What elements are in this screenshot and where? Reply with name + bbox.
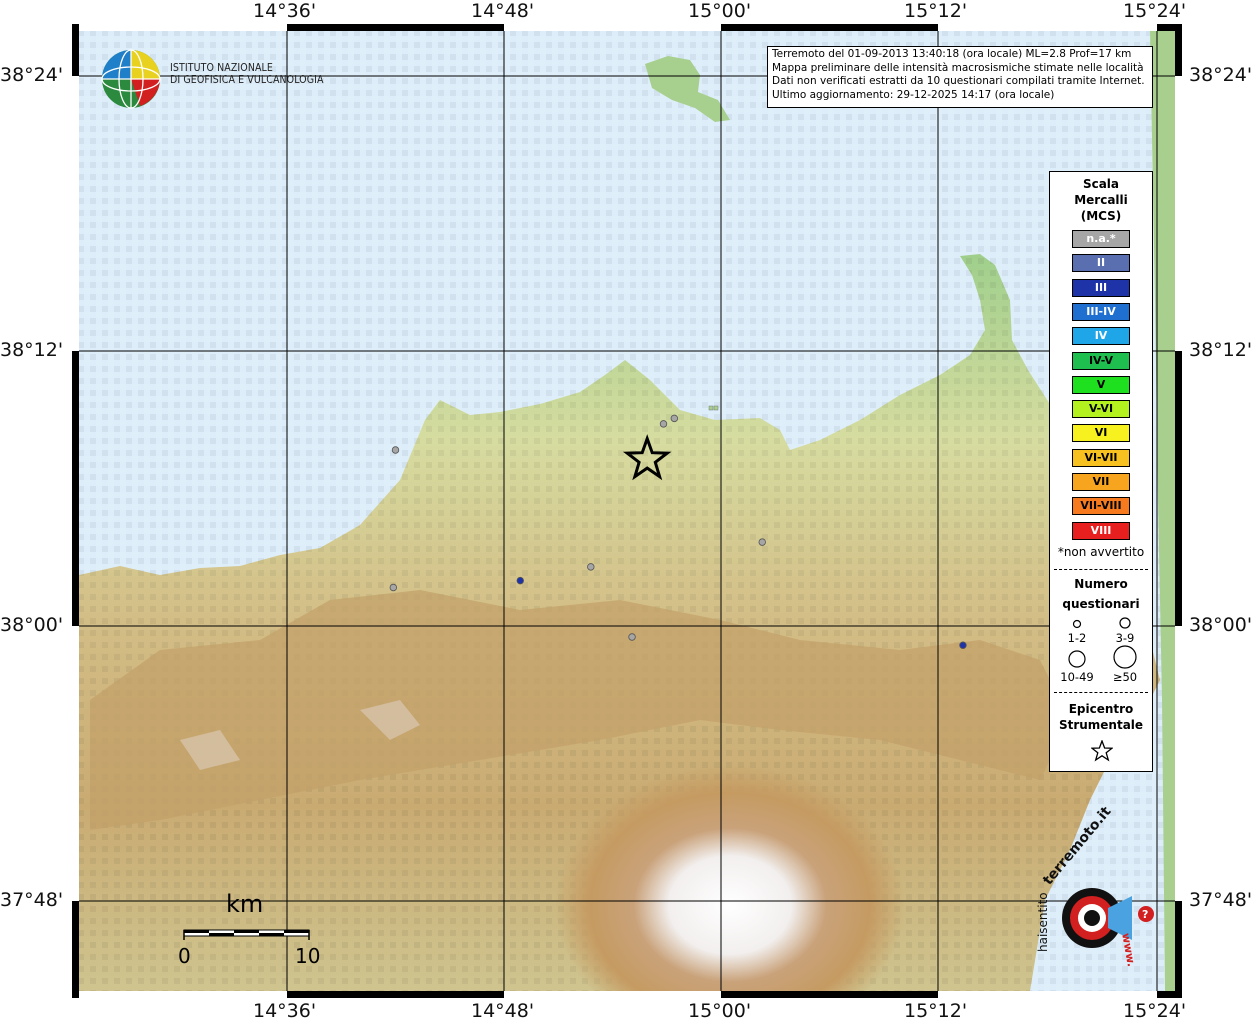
legend-title-line-2: Mercalli bbox=[1074, 193, 1128, 207]
questionnaire-point bbox=[659, 420, 668, 428]
lon-label-top-1: 14°36' bbox=[253, 0, 317, 22]
lon-label-bottom-4: 15°12' bbox=[904, 1000, 968, 1022]
info-line-4: Ultimo aggiornamento: 29-12-2025 14:17 (… bbox=[772, 88, 1055, 101]
mcs-scale-item: n.a.* bbox=[1072, 230, 1130, 248]
lon-label-top-2: 14°48' bbox=[471, 0, 535, 22]
mcs-scale-item: IV bbox=[1072, 327, 1130, 346]
lat-label-left-3: 38°00' bbox=[0, 614, 64, 636]
mcs-scale-item: VI bbox=[1072, 424, 1130, 443]
svg-text:?: ? bbox=[1142, 908, 1148, 921]
mcs-scale-item: III-IV bbox=[1072, 302, 1130, 321]
legend-separator-1 bbox=[1054, 569, 1148, 570]
epicentro-title-line-1: Epicentro bbox=[1068, 702, 1134, 716]
info-line-2: Mappa preliminare delle intensità macros… bbox=[772, 61, 1144, 74]
lon-label-bottom-3: 15°00' bbox=[688, 1000, 752, 1022]
info-line-1: Terremoto del 01-09-2013 13:40:18 (ora l… bbox=[772, 48, 1132, 60]
mcs-scale-item: VI-VII bbox=[1072, 448, 1130, 467]
logo-line-2: DI GEOFISICA E VULCANOLOGIA bbox=[170, 74, 324, 86]
lon-label-bottom-1: 14°36' bbox=[253, 1000, 317, 1022]
legend-title: Scala Mercalli (MCS) bbox=[1050, 176, 1152, 224]
lat-label-left-4: 37°48' bbox=[0, 889, 64, 911]
lat-label-right-2: 38°12' bbox=[1189, 339, 1253, 361]
questionnaire-point bbox=[389, 583, 398, 592]
questionnaire-point bbox=[587, 563, 595, 571]
mcs-scale-item: VII bbox=[1072, 473, 1130, 491]
lon-label-top-5: 15°24' bbox=[1123, 0, 1187, 22]
questionnaire-point bbox=[516, 576, 524, 585]
numero-class-4: ≥50 bbox=[1112, 670, 1138, 684]
mcs-scale-item: VIII bbox=[1072, 521, 1130, 540]
numero-title-line-2: questionari bbox=[1062, 597, 1140, 611]
questionnaire-point bbox=[628, 633, 636, 641]
info-line-3: Dati non verificati estratti da 10 quest… bbox=[772, 75, 1145, 87]
mcs-scale-item: VII-VIII bbox=[1072, 497, 1130, 516]
numero-class-3: 10-49 bbox=[1060, 670, 1094, 684]
scalebar-unit: km bbox=[226, 890, 264, 918]
mcs-scale-item: II bbox=[1072, 254, 1130, 273]
epicentro-title: Epicentro Strumentale bbox=[1050, 701, 1152, 733]
lon-label-bottom-5: 15°24' bbox=[1123, 1000, 1187, 1022]
questionnaire-point bbox=[758, 538, 766, 546]
scalebar-end: 10 bbox=[295, 944, 321, 968]
epicentro-title-line-2: Strumentale bbox=[1058, 718, 1144, 732]
numero-class-1: 1-2 bbox=[1067, 631, 1087, 645]
legend-title-line-3: (MCS) bbox=[1080, 209, 1122, 223]
epicenter-star-icon bbox=[1091, 740, 1113, 762]
scalebar-start: 0 bbox=[178, 944, 191, 968]
mcs-scale-item: V bbox=[1072, 375, 1130, 394]
questionnaire-point bbox=[391, 446, 400, 454]
ingv-logo: ISTITUTO NAZIONALE DI GEOFISICA E VULCAN… bbox=[100, 48, 330, 110]
mcs-scale-item: III bbox=[1072, 278, 1130, 297]
questionnaire-point bbox=[959, 641, 967, 649]
numero-title-line-1: Numero bbox=[1074, 577, 1128, 591]
badge-text-left-label: haisentito bbox=[1036, 892, 1050, 952]
lat-label-right-1: 38°24' bbox=[1189, 64, 1253, 86]
lat-label-right-4: 37°48' bbox=[1189, 889, 1253, 911]
mcs-scale-item: V-VI bbox=[1072, 400, 1130, 419]
non-avvertito-note: *non avvertito bbox=[1057, 545, 1145, 559]
logo-line-1: ISTITUTO NAZIONALE bbox=[170, 62, 273, 74]
legend-separator-2 bbox=[1054, 692, 1148, 693]
questionnaire-point bbox=[670, 414, 679, 423]
ingv-globe-icon bbox=[101, 49, 161, 109]
numero-class-2: 3-9 bbox=[1115, 631, 1135, 645]
lon-label-bottom-2: 14°48' bbox=[471, 1000, 535, 1022]
lon-label-top-3: 15°00' bbox=[688, 0, 752, 22]
mcs-scale-item: IV-V bbox=[1072, 351, 1130, 370]
legend: Scala Mercalli (MCS) n.a.* II III III-IV IV I… bbox=[1049, 171, 1153, 772]
event-info-box: Terremoto del 01-09-2013 13:40:18 (ora l… bbox=[767, 46, 1153, 108]
lat-label-left-1: 38°24' bbox=[0, 64, 64, 86]
numero-questionari-title: Numero questionari bbox=[1050, 574, 1152, 614]
lon-label-top-4: 15°12' bbox=[904, 0, 968, 22]
lat-label-right-3: 38°00' bbox=[1189, 614, 1253, 636]
legend-title-line-1: Scala bbox=[1082, 177, 1120, 191]
lat-label-left-2: 38°12' bbox=[0, 339, 64, 361]
